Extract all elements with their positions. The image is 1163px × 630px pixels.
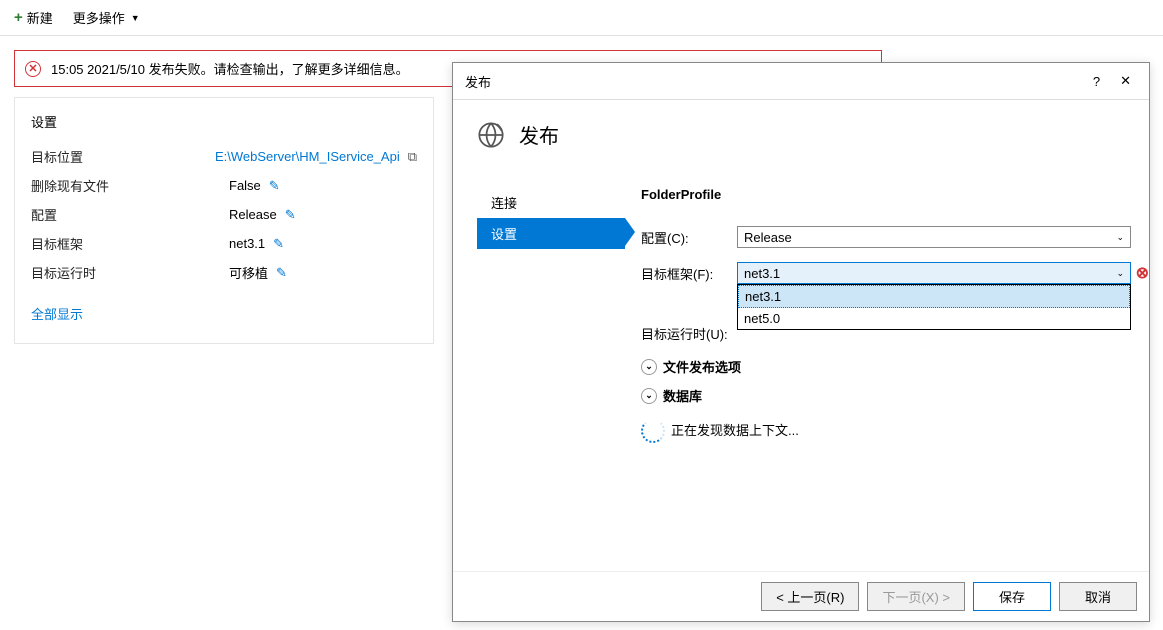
framework-selected-value: net3.1 xyxy=(744,266,780,281)
plus-icon: + xyxy=(14,9,23,26)
copy-icon[interactable]: ⧉ xyxy=(408,149,417,165)
chevron-down-icon: ▼ xyxy=(131,13,140,23)
delete-existing-label: 删除现有文件 xyxy=(31,176,229,195)
publish-dialog: 发布 ? ✕ 发布 连接 设置 FolderProfile 配置(C): Rel… xyxy=(452,62,1150,622)
framework-label: 目标框架(F): xyxy=(641,264,737,283)
settings-panel-title: 设置 xyxy=(31,112,417,131)
dialog-header: 发布 xyxy=(453,100,1149,159)
config-select[interactable]: Release ⌄ xyxy=(737,226,1131,248)
configuration-value: Release xyxy=(229,207,277,222)
target-runtime-value: 可移植 xyxy=(229,263,268,282)
settings-row-configuration: 配置 Release ✎ xyxy=(31,205,417,224)
globe-icon xyxy=(477,121,505,149)
form-row-configuration: 配置(C): Release ⌄ xyxy=(641,226,1131,248)
dialog-titlebar: 发布 ? ✕ xyxy=(453,63,1149,100)
settings-row-delete-existing: 删除现有文件 False ✎ xyxy=(31,176,417,195)
cancel-button[interactable]: 取消 xyxy=(1059,582,1137,611)
help-button[interactable]: ? xyxy=(1083,70,1110,93)
configuration-label: 配置 xyxy=(31,205,229,224)
top-toolbar: + 新建 更多操作 ▼ xyxy=(0,0,1163,36)
form-row-framework: 目标框架(F): net3.1 ⌄ ⊗ net3.1 net5.0 xyxy=(641,262,1131,284)
dialog-main: FolderProfile 配置(C): Release ⌄ 目标框架(F): … xyxy=(625,159,1149,571)
loading-row: 正在发现数据上下文... xyxy=(641,419,1131,439)
dropdown-item-net31[interactable]: net3.1 xyxy=(738,285,1130,308)
error-text: 15:05 2021/5/10 发布失败。请检查输出，了解更多详细信息。 xyxy=(51,59,409,78)
target-runtime-label: 目标运行时 xyxy=(31,263,229,282)
pencil-icon[interactable]: ✎ xyxy=(273,236,284,252)
target-framework-label: 目标框架 xyxy=(31,234,229,253)
settings-row-target-framework: 目标框架 net3.1 ✎ xyxy=(31,234,417,253)
dialog-header-title: 发布 xyxy=(519,120,559,149)
config-selected-value: Release xyxy=(744,230,792,245)
error-icon: ✕ xyxy=(25,61,41,77)
settings-row-target-location: 目标位置 E:\WebServer\HM_IService_Api ⧉ xyxy=(31,147,417,166)
framework-dropdown-list: net3.1 net5.0 xyxy=(737,284,1131,330)
show-all-link[interactable]: 全部显示 xyxy=(31,304,83,323)
pencil-icon[interactable]: ✎ xyxy=(285,207,296,223)
sidebar-item-connection[interactable]: 连接 xyxy=(477,187,625,218)
expand-database[interactable]: ⌄ 数据库 xyxy=(641,386,1131,405)
chevron-down-icon: ⌄ xyxy=(641,388,657,404)
prev-button[interactable]: < 上一页(R) xyxy=(761,582,859,611)
dialog-body: 连接 设置 FolderProfile 配置(C): Release ⌄ 目标框… xyxy=(453,159,1149,571)
new-label: 新建 xyxy=(27,8,53,27)
loading-text: 正在发现数据上下文... xyxy=(671,420,799,439)
target-framework-value: net3.1 xyxy=(229,236,265,251)
next-button: 下一页(X) > xyxy=(867,582,965,611)
dialog-sidebar: 连接 设置 xyxy=(453,159,625,571)
chevron-down-icon: ⌄ xyxy=(641,359,657,375)
profile-name: FolderProfile xyxy=(641,187,1131,202)
dialog-titlebar-title: 发布 xyxy=(465,72,1083,91)
target-location-label: 目标位置 xyxy=(31,147,215,166)
delete-existing-value: False xyxy=(229,178,261,193)
chevron-down-icon: ⌄ xyxy=(1116,268,1124,279)
file-publish-options-label: 文件发布选项 xyxy=(663,357,741,376)
pencil-icon[interactable]: ✎ xyxy=(269,178,280,194)
framework-select[interactable]: net3.1 ⌄ xyxy=(737,262,1131,284)
runtime-label: 目标运行时(U): xyxy=(641,324,737,343)
expand-file-publish-options[interactable]: ⌄ 文件发布选项 xyxy=(641,357,1131,376)
dropdown-item-net50[interactable]: net5.0 xyxy=(738,308,1130,329)
settings-panel: 设置 目标位置 E:\WebServer\HM_IService_Api ⧉ 删… xyxy=(14,97,434,344)
close-button[interactable]: ✕ xyxy=(1110,69,1141,93)
save-button[interactable]: 保存 xyxy=(973,582,1051,611)
database-label: 数据库 xyxy=(663,386,702,405)
settings-row-target-runtime: 目标运行时 可移植 ✎ xyxy=(31,263,417,282)
more-actions-label: 更多操作 xyxy=(73,8,125,27)
dialog-footer: < 上一页(R) 下一页(X) > 保存 取消 xyxy=(453,571,1149,621)
spinner-icon xyxy=(641,419,661,439)
config-label: 配置(C): xyxy=(641,228,737,247)
error-close-icon[interactable]: ⊗ xyxy=(1136,263,1149,283)
pencil-icon[interactable]: ✎ xyxy=(276,265,287,281)
more-actions-button[interactable]: 更多操作 ▼ xyxy=(73,8,140,27)
target-location-value[interactable]: E:\WebServer\HM_IService_Api xyxy=(215,149,400,164)
sidebar-item-settings[interactable]: 设置 xyxy=(477,218,625,249)
chevron-down-icon: ⌄ xyxy=(1116,232,1124,243)
new-button[interactable]: + 新建 xyxy=(14,8,53,27)
